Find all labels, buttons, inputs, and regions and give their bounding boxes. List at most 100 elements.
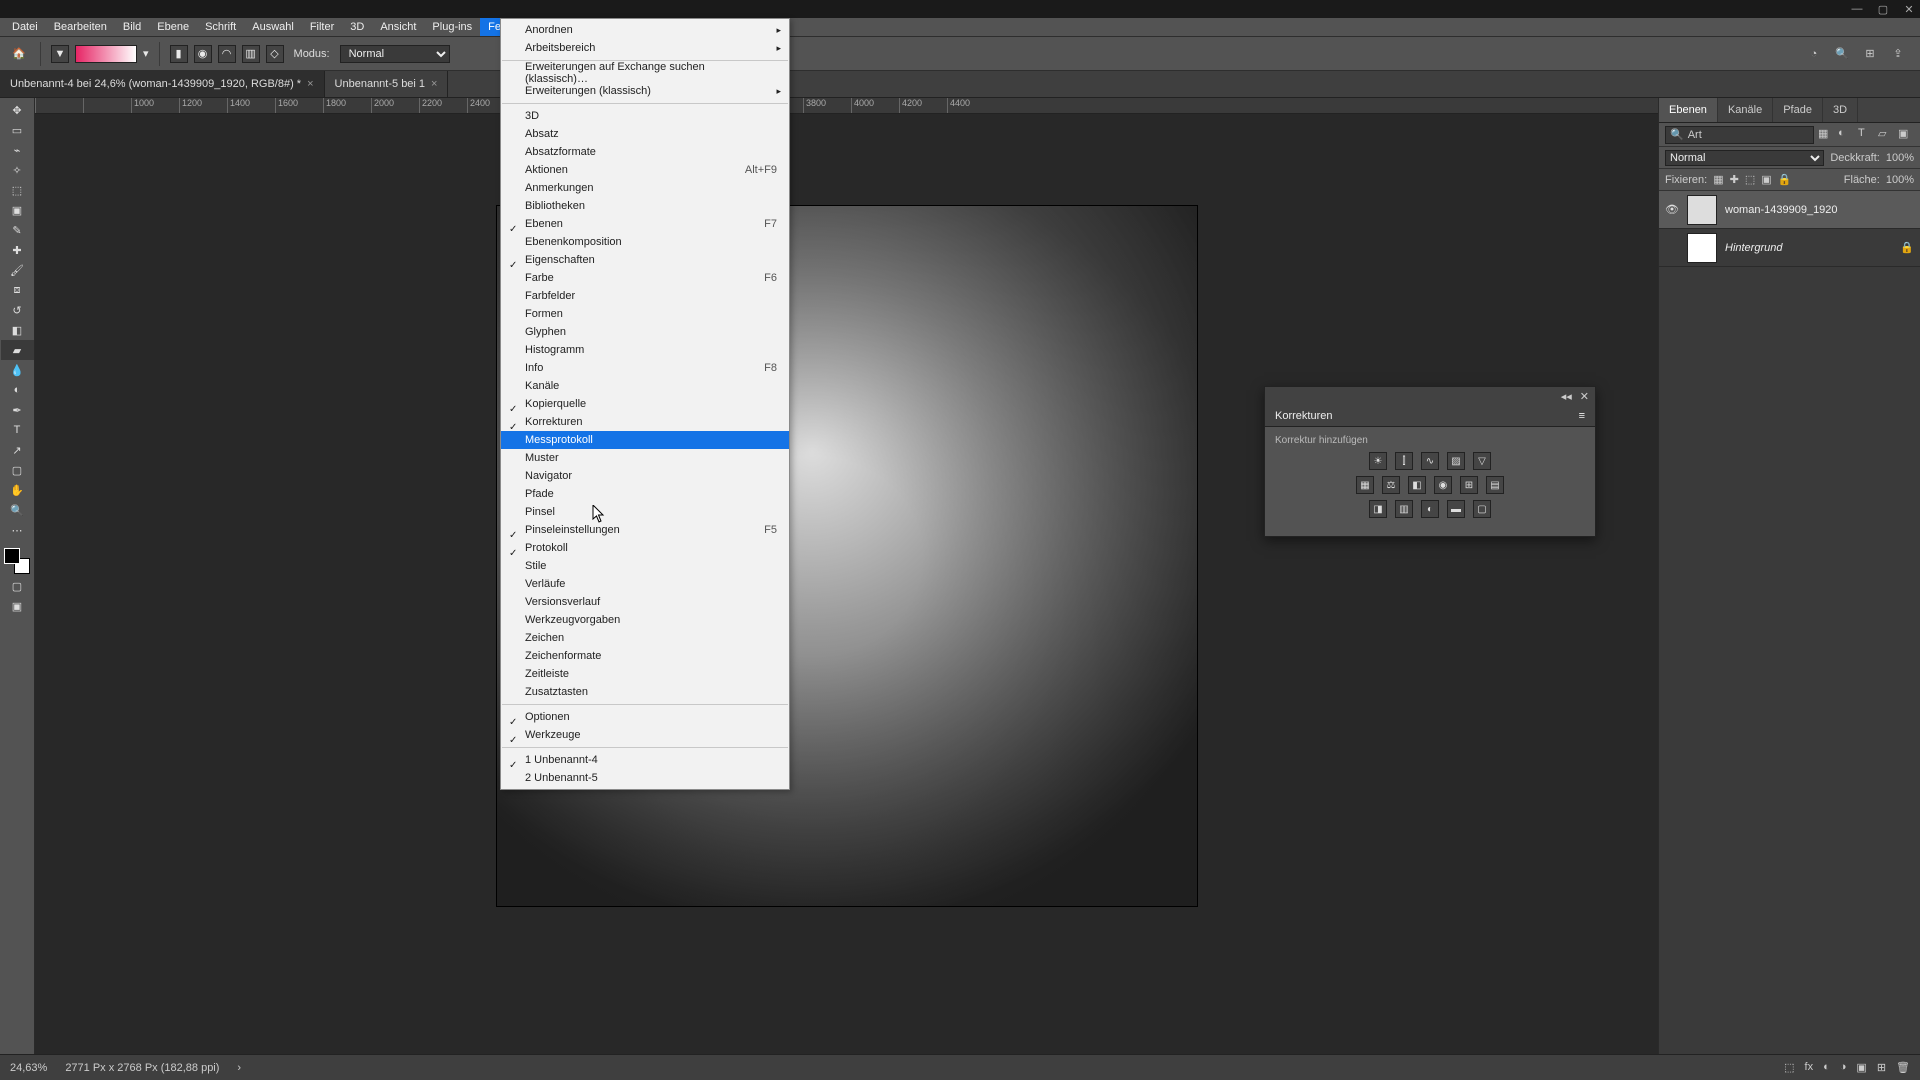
zoom-tool[interactable]: 🔍 bbox=[1, 500, 34, 520]
menu-item[interactable]: Erweiterungen auf Exchange suchen (klass… bbox=[501, 64, 789, 82]
gradientmap-icon[interactable]: ▬ bbox=[1447, 500, 1465, 518]
menu-ebene[interactable]: Ebene bbox=[149, 18, 197, 36]
menu-plug-ins[interactable]: Plug-ins bbox=[424, 18, 480, 36]
status-group-icon[interactable]: ▣ bbox=[1856, 1061, 1866, 1074]
screenmode-icon[interactable]: ▣ bbox=[1, 596, 34, 616]
menu-item[interactable]: Werkzeugvorgaben bbox=[501, 611, 789, 629]
rect-tool[interactable]: ▢ bbox=[1, 460, 34, 480]
menu-item[interactable]: Protokoll bbox=[501, 539, 789, 557]
gradient-angle-icon[interactable]: ◠ bbox=[218, 45, 236, 63]
layer-thumbnail[interactable] bbox=[1687, 195, 1717, 225]
menu-item[interactable]: Kanäle bbox=[501, 377, 789, 395]
menu-item[interactable]: Zeichen bbox=[501, 629, 789, 647]
menu-item[interactable]: AktionenAlt+F9 bbox=[501, 161, 789, 179]
menu-auswahl[interactable]: Auswahl bbox=[244, 18, 302, 36]
close-icon[interactable]: ✕ bbox=[1580, 390, 1589, 403]
maximize-button[interactable]: ▢ bbox=[1876, 2, 1890, 16]
menu-item[interactable]: Farbfelder bbox=[501, 287, 789, 305]
menu-item[interactable]: Zusatztasten bbox=[501, 683, 789, 701]
layer-thumbnail[interactable] bbox=[1687, 233, 1717, 263]
gradient-reflected-icon[interactable]: ▥ bbox=[242, 45, 260, 63]
lock-artboard-icon[interactable]: ▣ bbox=[1761, 173, 1771, 186]
document-tab[interactable]: Unbenannt-5 bei 1× bbox=[325, 71, 449, 97]
lock-icon[interactable]: 🔒 bbox=[1778, 173, 1792, 186]
selective-icon[interactable]: ▢ bbox=[1473, 500, 1491, 518]
fenster-menu[interactable]: AnordnenArbeitsbereichErweiterungen auf … bbox=[500, 18, 790, 790]
filter-pixel-icon[interactable]: ▦ bbox=[1818, 127, 1834, 143]
curves-icon[interactable]: ∿ bbox=[1421, 452, 1439, 470]
status-trash-icon[interactable]: 🗑 bbox=[1896, 1061, 1910, 1074]
wand-tool[interactable]: ✧ bbox=[1, 160, 34, 180]
menu-item[interactable]: 2 Unbenannt-5 bbox=[501, 769, 789, 787]
gradient-linear-icon[interactable]: ▮ bbox=[170, 45, 188, 63]
menu-item[interactable]: InfoF8 bbox=[501, 359, 789, 377]
menu-item[interactable]: Glyphen bbox=[501, 323, 789, 341]
menu-item[interactable]: Pfade bbox=[501, 485, 789, 503]
crop-tool[interactable]: ⬚ bbox=[1, 180, 34, 200]
vibrance-icon[interactable]: ▽ bbox=[1473, 452, 1491, 470]
lock-pix-icon[interactable]: ⬚ bbox=[1745, 173, 1755, 186]
layer-name[interactable]: woman-1439909_1920 bbox=[1725, 204, 1914, 216]
marquee-tool[interactable]: ▭ bbox=[1, 120, 34, 140]
bw-icon[interactable]: ◧ bbox=[1408, 476, 1426, 494]
close-button[interactable]: ✕ bbox=[1902, 2, 1916, 16]
tab-close-icon[interactable]: × bbox=[431, 78, 437, 90]
colorlookup-icon[interactable]: ▤ bbox=[1486, 476, 1504, 494]
menu-item[interactable]: Optionen bbox=[501, 708, 789, 726]
menu-bearbeiten[interactable]: Bearbeiten bbox=[46, 18, 115, 36]
layer-filter[interactable]: 🔍 Art bbox=[1665, 126, 1814, 144]
colorbalance-icon[interactable]: ⚖ bbox=[1382, 476, 1400, 494]
pen-tool[interactable]: ✒ bbox=[1, 400, 34, 420]
lock-pos-icon[interactable]: ✚ bbox=[1730, 173, 1739, 186]
foreground-color[interactable] bbox=[4, 548, 20, 564]
history-brush-tool[interactable]: ↺ bbox=[1, 300, 34, 320]
mode-select[interactable]: Normal bbox=[340, 45, 450, 63]
canvas-area[interactable]: 1000120014001600180020002200240026002800… bbox=[35, 98, 1658, 1054]
stamp-tool[interactable]: ⧈ bbox=[1, 280, 34, 300]
menu-item[interactable]: PinseleinstellungenF5 bbox=[501, 521, 789, 539]
menu-item[interactable]: Zeichenformate bbox=[501, 647, 789, 665]
threshold-icon[interactable]: ◐ bbox=[1421, 500, 1439, 518]
eraser-tool[interactable]: ◧ bbox=[1, 320, 34, 340]
status-new-icon[interactable]: ⊞ bbox=[1877, 1061, 1886, 1074]
menu-item[interactable]: Histogramm bbox=[501, 341, 789, 359]
adjustments-panel[interactable]: ◂◂ ✕ Korrekturen ≡ Korrektur hinzufügen … bbox=[1264, 386, 1596, 537]
menu-item[interactable]: 3D bbox=[501, 107, 789, 125]
path-tool[interactable]: ↗ bbox=[1, 440, 34, 460]
menu-item[interactable]: Zeitleiste bbox=[501, 665, 789, 683]
cloud-icon[interactable]: ◔ bbox=[1806, 46, 1822, 62]
gradient-tool[interactable]: ▰ bbox=[1, 340, 34, 360]
gradient-radial-icon[interactable]: ◉ bbox=[194, 45, 212, 63]
heal-tool[interactable]: ✚ bbox=[1, 240, 34, 260]
menu-item[interactable]: Eigenschaften bbox=[501, 251, 789, 269]
invert-icon[interactable]: ◨ bbox=[1369, 500, 1387, 518]
panel-tab-ebenen[interactable]: Ebenen bbox=[1659, 98, 1718, 122]
menu-item[interactable]: Korrekturen bbox=[501, 413, 789, 431]
menu-item[interactable]: 1 Unbenannt-4 bbox=[501, 751, 789, 769]
search-icon[interactable]: 🔍 bbox=[1834, 46, 1850, 62]
menu-item[interactable]: Erweiterungen (klassisch) bbox=[501, 82, 789, 100]
dodge-tool[interactable]: ◐ bbox=[1, 380, 34, 400]
opacity-value[interactable]: 100% bbox=[1886, 152, 1914, 164]
status-fill-icon[interactable]: ◑ bbox=[1840, 1061, 1847, 1074]
menu-filter[interactable]: Filter bbox=[302, 18, 342, 36]
menu-item[interactable]: Navigator bbox=[501, 467, 789, 485]
menu-item[interactable]: Verläufe bbox=[501, 575, 789, 593]
status-fx-icon[interactable]: fx bbox=[1805, 1061, 1814, 1074]
menu-item[interactable]: Ebenenkomposition bbox=[501, 233, 789, 251]
fill-value[interactable]: 100% bbox=[1886, 174, 1914, 186]
menu-item[interactable]: FarbeF6 bbox=[501, 269, 789, 287]
menu-item[interactable]: Muster bbox=[501, 449, 789, 467]
lasso-tool[interactable]: ⌁ bbox=[1, 140, 34, 160]
menu-schrift[interactable]: Schrift bbox=[197, 18, 244, 36]
blend-mode-select[interactable]: Normal bbox=[1665, 150, 1824, 166]
panel-tab-pfade[interactable]: Pfade bbox=[1773, 98, 1823, 122]
move-tool[interactable]: ✥ bbox=[1, 100, 34, 120]
blur-tool[interactable]: 💧 bbox=[1, 360, 34, 380]
menu-item[interactable]: Absatzformate bbox=[501, 143, 789, 161]
quickmask-icon[interactable]: ▢ bbox=[1, 576, 34, 596]
zoom-level[interactable]: 24,63% bbox=[10, 1062, 47, 1074]
edit-toolbar[interactable]: ⋯ bbox=[1, 520, 34, 540]
minimize-button[interactable]: — bbox=[1850, 2, 1864, 16]
menu-ansicht[interactable]: Ansicht bbox=[372, 18, 424, 36]
